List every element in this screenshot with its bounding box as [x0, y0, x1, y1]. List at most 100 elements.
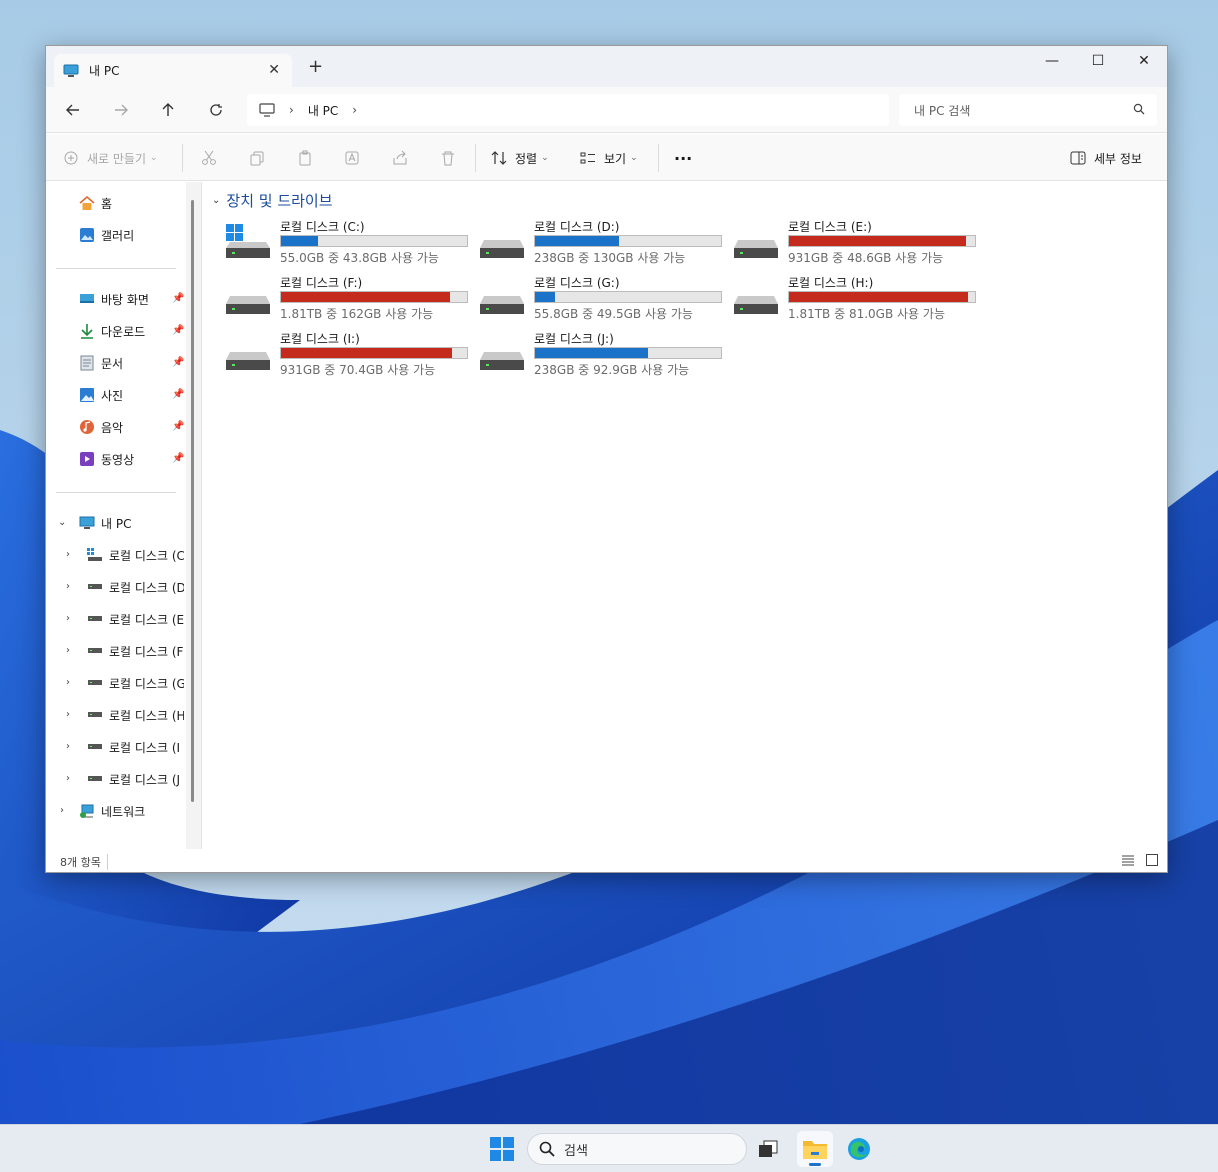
drive-tile[interactable]: 로컬 디스크 (G:) 55.8GB 중 49.5GB 사용 가능 [480, 274, 730, 326]
paste-button[interactable] [297, 146, 313, 170]
sidebar-item-desktop[interactable]: 바탕 화면 [79, 288, 149, 310]
close-tab-icon[interactable]: ✕ [268, 62, 280, 78]
file-explorer-window: 내 PC ✕ + — ☐ ✕ › 내 PC › 내 PC 검색 새로 만들기 ⌄… [45, 45, 1168, 873]
sidebar-item-network[interactable]: 네트워크 [79, 800, 145, 822]
pin-icon[interactable]: 📌 [172, 293, 184, 304]
address-bar[interactable]: › 내 PC › [247, 94, 889, 126]
view-button[interactable]: 보기 ⌄ [580, 146, 638, 170]
refresh-button[interactable] [203, 97, 229, 123]
toolbar-divider [658, 144, 659, 172]
drive-usage-bar [534, 235, 722, 247]
sort-button[interactable]: 정렬 ⌄ [491, 146, 549, 170]
chevron-right-icon[interactable]: › [352, 103, 357, 117]
maximize-button[interactable]: ☐ [1075, 46, 1121, 76]
sidebar-item-music[interactable]: 음악 [79, 416, 123, 438]
details-pane-icon [1070, 151, 1086, 165]
chevron-right-icon[interactable]: › [289, 103, 294, 117]
new-button[interactable]: 새로 만들기 ⌄ [64, 146, 158, 170]
system-drive-icon [226, 224, 270, 258]
back-button[interactable] [60, 97, 86, 123]
copy-button[interactable] [249, 146, 265, 170]
task-view-button[interactable] [750, 1131, 786, 1167]
sidebar-item-label: 로컬 디스크 (H [109, 708, 184, 723]
sidebar-item-drive[interactable]: 로컬 디스크 (F [87, 640, 184, 662]
start-button[interactable] [490, 1137, 514, 1164]
sidebar-item-this-pc[interactable]: 내 PC [79, 512, 131, 534]
hard-drive-icon [480, 352, 524, 370]
close-window-button[interactable]: ✕ [1121, 46, 1167, 76]
pin-icon[interactable]: 📌 [172, 421, 184, 432]
delete-button[interactable] [440, 146, 456, 170]
taskbar: 검색 [0, 1124, 1218, 1172]
devices-and-drives-header[interactable]: ⌄ 장치 및 드라이브 [212, 190, 333, 211]
sidebar-divider [56, 492, 176, 493]
minimize-button[interactable]: — [1029, 46, 1075, 76]
sidebar-item-pictures[interactable]: 사진 [79, 384, 123, 406]
sidebar-item-drive[interactable]: 로컬 디스크 (C [87, 544, 184, 566]
pin-icon[interactable]: 📌 [172, 325, 184, 336]
search-input[interactable]: 내 PC 검색 [899, 94, 1157, 126]
sidebar-item-gallery[interactable]: 갤러리 [79, 224, 134, 246]
drive-tile[interactable]: 로컬 디스크 (F:) 1.81TB 중 162GB 사용 가능 [226, 274, 476, 326]
trash-icon [442, 151, 454, 166]
drive-name: 로컬 디스크 (J:) [534, 332, 614, 346]
details-view-icon[interactable] [1122, 854, 1134, 869]
rename-button[interactable] [344, 146, 360, 170]
sidebar-item-drive[interactable]: 로컬 디스크 (E [87, 608, 184, 630]
drive-space-info: 238GB 중 92.9GB 사용 가능 [534, 363, 690, 377]
chevron-right-icon[interactable]: › [66, 613, 70, 624]
edge-browser-button[interactable] [841, 1131, 877, 1167]
details-pane-button[interactable]: 세부 정보 [1070, 146, 1142, 170]
drive-tile[interactable]: 로컬 디스크 (J:) 238GB 중 92.9GB 사용 가능 [480, 330, 730, 382]
chevron-down-icon: ⌄ [150, 153, 158, 163]
sidebar-item-label: 로컬 디스크 (F [109, 644, 184, 659]
drive-tile[interactable]: 로컬 디스크 (C:) 55.0GB 중 43.8GB 사용 가능 [226, 218, 476, 270]
taskbar-search[interactable]: 검색 [527, 1133, 747, 1165]
sidebar-item-home[interactable]: 홈 [79, 192, 112, 214]
sidebar-item-videos[interactable]: 동영상 [79, 448, 134, 470]
drive-tile[interactable]: 로컬 디스크 (D:) 238GB 중 130GB 사용 가능 [480, 218, 730, 270]
forward-button[interactable] [108, 97, 134, 123]
file-explorer-taskbar-button[interactable] [797, 1131, 833, 1167]
chevron-right-icon[interactable]: › [66, 645, 70, 656]
chevron-right-icon[interactable]: › [66, 741, 70, 752]
home-icon [79, 195, 95, 211]
sidebar-scrollbar[interactable] [191, 200, 194, 802]
large-icons-view-icon[interactable] [1146, 854, 1158, 869]
monitor-icon [79, 515, 95, 531]
sidebar-item-documents[interactable]: 문서 [79, 352, 123, 374]
music-icon [79, 419, 95, 435]
drive-tile[interactable]: 로컬 디스크 (I:) 931GB 중 70.4GB 사용 가능 [226, 330, 476, 382]
chevron-right-icon[interactable]: › [66, 773, 70, 784]
sidebar-item-drive[interactable]: 로컬 디스크 (J [87, 768, 184, 790]
drive-usage-fill [535, 292, 556, 302]
pictures-icon [79, 387, 95, 403]
drive-space-info: 931GB 중 48.6GB 사용 가능 [788, 251, 944, 265]
cut-button[interactable] [201, 146, 217, 170]
chevron-right-icon[interactable]: › [66, 581, 70, 592]
chevron-right-icon[interactable]: › [66, 677, 70, 688]
chevron-down-icon[interactable]: ⌄ [58, 517, 66, 528]
up-button[interactable] [155, 97, 181, 123]
sidebar-item-label: 갤러리 [101, 228, 135, 243]
drive-tile[interactable]: 로컬 디스크 (E:) 931GB 중 48.6GB 사용 가능 [734, 218, 984, 270]
sidebar-item-drive[interactable]: 로컬 디스크 (D [87, 576, 184, 598]
sidebar-item-drive[interactable]: 로컬 디스크 (H [87, 704, 184, 726]
chevron-right-icon[interactable]: › [60, 805, 64, 816]
chevron-right-icon[interactable]: › [66, 549, 70, 560]
new-tab-button[interactable]: + [308, 58, 323, 76]
pin-icon[interactable]: 📌 [172, 453, 184, 464]
tab-this-pc[interactable]: 내 PC ✕ [54, 54, 292, 87]
chevron-right-icon[interactable]: › [66, 709, 70, 720]
sidebar-item-drive[interactable]: 로컬 디스크 (I [87, 736, 184, 758]
sidebar-item-drive[interactable]: 로컬 디스크 (G [87, 672, 184, 694]
pin-icon[interactable]: 📌 [172, 357, 184, 368]
share-button[interactable] [392, 146, 408, 170]
arrow-up-icon [162, 103, 174, 116]
breadcrumb-this-pc[interactable]: 내 PC [308, 102, 338, 119]
drive-tile[interactable]: 로컬 디스크 (H:) 1.81TB 중 81.0GB 사용 가능 [734, 274, 984, 326]
pin-icon[interactable]: 📌 [172, 389, 184, 400]
more-options-button[interactable]: ··· [674, 146, 692, 170]
sidebar-item-downloads[interactable]: 다운로드 [79, 320, 145, 342]
drive-usage-fill [789, 292, 968, 302]
